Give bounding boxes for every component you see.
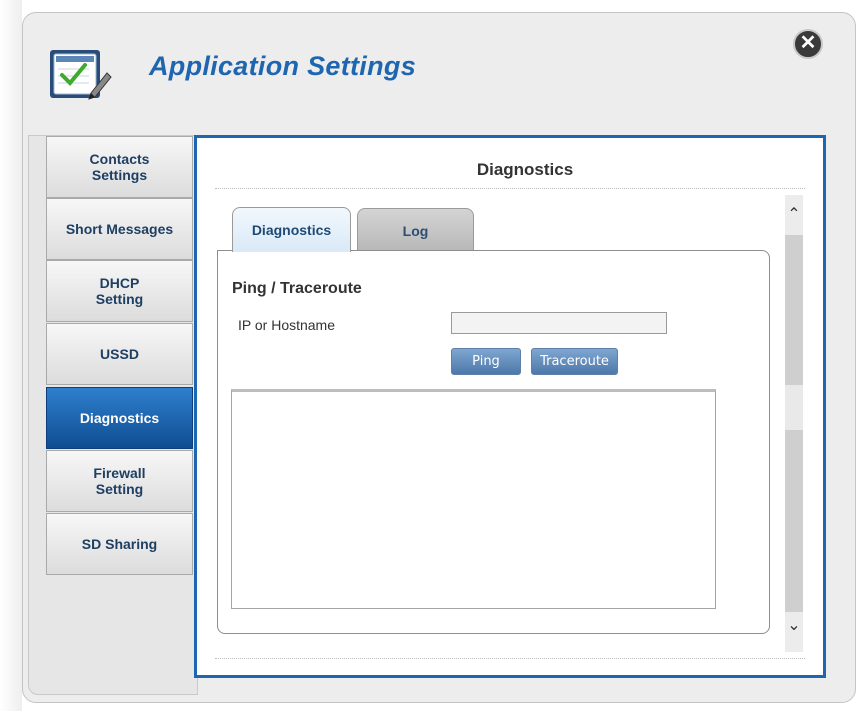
- close-button[interactable]: ✕: [793, 29, 823, 59]
- traceroute-button[interactable]: Traceroute: [531, 348, 618, 375]
- close-icon: ✕: [799, 32, 817, 54]
- sidebar-item-short-messages[interactable]: Short Messages: [46, 198, 193, 260]
- scrollbar-thumb[interactable]: [785, 385, 803, 430]
- sidebar: Contacts Settings Short Messages DHCP Se…: [28, 135, 198, 695]
- tab-diagnostics[interactable]: Diagnostics: [232, 207, 351, 252]
- tab-content: Ping / Traceroute IP or Hostname Ping Tr…: [217, 250, 770, 634]
- page-title: Diagnostics: [476, 160, 574, 179]
- output-textarea[interactable]: [231, 389, 716, 609]
- checklist-pencil-icon: [50, 50, 112, 100]
- page-shadow: [0, 0, 22, 711]
- app-title: Application Settings: [149, 51, 417, 81]
- chevron-down-icon: ⌄: [787, 617, 801, 634]
- scroll-up-button[interactable]: ⌃: [785, 195, 803, 235]
- tab-log[interactable]: Log: [357, 208, 474, 252]
- sidebar-item-sd-sharing[interactable]: SD Sharing: [46, 513, 193, 575]
- settings-window: Application Settings ✕ Contacts Settings…: [22, 12, 856, 703]
- sidebar-item-firewall-setting[interactable]: Firewall Setting: [46, 450, 193, 512]
- sidebar-item-contacts-settings[interactable]: Contacts Settings: [46, 136, 193, 198]
- scroll-down-button[interactable]: ⌄: [785, 612, 803, 652]
- ip-hostname-input[interactable]: [451, 312, 667, 334]
- sidebar-item-dhcp-setting[interactable]: DHCP Setting: [46, 260, 193, 322]
- ip-hostname-label: IP or Hostname: [238, 317, 336, 333]
- diagnostics-panel: Diagnostics Diagnostics Log Ping / Trace…: [194, 135, 826, 678]
- section-heading: Ping / Traceroute: [232, 280, 362, 297]
- window-header: Application Settings ✕: [23, 13, 855, 118]
- chevron-up-icon: ⌃: [787, 206, 801, 223]
- divider: [215, 658, 805, 659]
- divider: [215, 188, 805, 189]
- ping-button[interactable]: Ping: [451, 348, 521, 375]
- sidebar-item-ussd[interactable]: USSD: [46, 323, 193, 385]
- sidebar-item-diagnostics[interactable]: Diagnostics: [46, 387, 193, 449]
- scrollbar[interactable]: ⌃ ⌄: [785, 195, 803, 652]
